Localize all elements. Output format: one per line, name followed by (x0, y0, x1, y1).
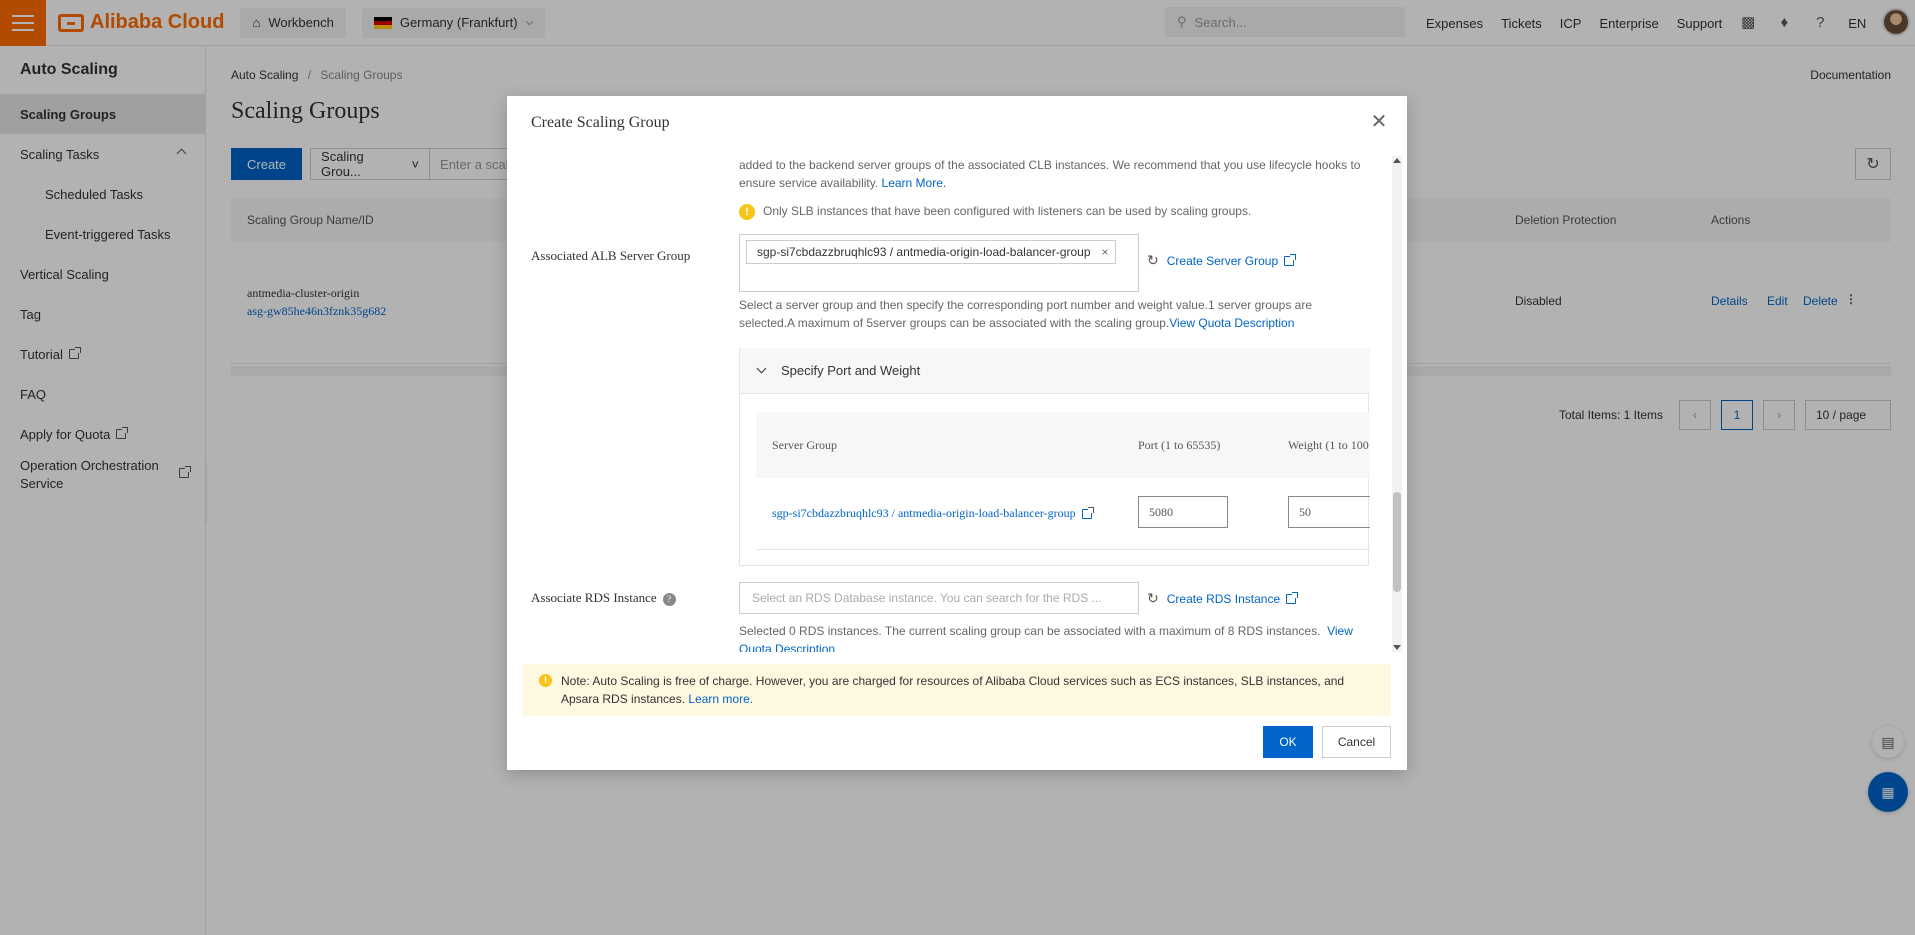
weight-value: 50 (1299, 504, 1311, 519)
alb-server-group-select[interactable]: sgp-si7cbdazzbruqhlc93 / antmedia-origin… (739, 234, 1139, 292)
weight-input[interactable]: 50 (1288, 496, 1370, 528)
port-value: 5080 (1149, 504, 1173, 519)
alb-label: Associated ALB Server Group (531, 248, 691, 263)
server-group-link[interactable]: sgp-si7cbdazzbruqhlc93 / antmedia-origin… (772, 506, 1094, 521)
slb-warning: ! Only SLB instances that have been confi… (739, 202, 1251, 220)
clb-text-line: added to the backend server groups of th… (739, 158, 1361, 172)
scroll-down-icon[interactable] (1393, 645, 1401, 650)
rds-label-text: Associate RDS Instance (531, 590, 657, 605)
external-link-icon (1286, 591, 1299, 604)
dialog-title: Create Scaling Group (531, 114, 670, 131)
create-server-group-label: Create Server Group (1166, 253, 1279, 268)
alb-help-line: selected.A maximum of 5server groups can… (739, 316, 1170, 330)
create-server-group-row: ↻ Create Server Group (1147, 252, 1297, 269)
view-quota-link[interactable]: View Quota Description (1169, 316, 1294, 330)
create-rds-row: ↻ Create RDS Instance (1147, 590, 1299, 607)
warning-icon: ! (539, 674, 552, 687)
sync-icon[interactable]: ↻ (1147, 252, 1159, 269)
cancel-button[interactable]: Cancel (1322, 726, 1391, 758)
close-icon[interactable]: ✕ (1367, 110, 1391, 134)
clb-description: added to the backend server groups of th… (739, 156, 1379, 192)
rds-help-text: Selected 0 RDS instances. The current sc… (739, 624, 1321, 638)
rds-label: Associate RDS Instance? (531, 590, 676, 606)
billing-notice: ! Note: Auto Scaling is free of charge. … (523, 664, 1391, 716)
dialog-vertical-scrollbar[interactable] (1392, 156, 1402, 652)
notice-text-line: Apsara RDS instances. (561, 692, 686, 706)
rds-quota-link[interactable]: Quota Description (739, 642, 835, 652)
port-weight-title: Specify Port and Weight (781, 363, 921, 378)
port-weight-panel: Specify Port and Weight Server Group Por… (739, 348, 1370, 566)
scroll-up-icon[interactable] (1393, 158, 1401, 163)
notice-text-line: Note: Auto Scaling is free of charge. Ho… (561, 674, 1345, 688)
sync-icon[interactable]: ↻ (1147, 590, 1159, 607)
port-weight-table: Server Group Port (1 to 65535) Weight (1… (756, 412, 1370, 550)
remove-tag-icon[interactable]: × (1102, 245, 1109, 259)
port-weight-toggle[interactable]: Specify Port and Weight (740, 348, 1370, 394)
column-header-server-group: Server Group (772, 438, 837, 452)
table-row: sgp-si7cbdazzbruqhlc93 / antmedia-origin… (756, 478, 1370, 550)
port-weight-table-header: Server Group Port (1 to 65535) Weight (1… (756, 412, 1370, 478)
alb-tag-label: sgp-si7cbdazzbruqhlc93 / antmedia-origin… (757, 245, 1091, 259)
chevron-down-icon (756, 363, 767, 374)
clb-text-line: ensure service availability. (739, 176, 879, 190)
slb-warning-text: Only SLB instances that have been config… (763, 204, 1252, 218)
dialog-body: added to the backend server groups of th… (507, 152, 1407, 652)
create-rds-link[interactable]: Create RDS Instance (1166, 591, 1299, 606)
scroll-thumb[interactable] (1393, 492, 1401, 592)
rds-placeholder: Select an RDS Database instance. You can… (752, 591, 1102, 605)
alb-help-line: Select a server group and then specify t… (739, 298, 1312, 312)
help-icon[interactable]: ? (662, 592, 676, 606)
port-input[interactable]: 5080 (1138, 496, 1228, 528)
rds-view-link[interactable]: View (1327, 624, 1353, 638)
external-link-icon (1284, 253, 1297, 266)
learn-more-link[interactable]: Learn More. (882, 176, 947, 190)
alb-selected-tag: sgp-si7cbdazzbruqhlc93 / antmedia-origin… (746, 240, 1116, 264)
column-header-weight: Weight (1 to 100 (1288, 438, 1369, 452)
external-link-icon (1081, 506, 1094, 519)
server-group-label: sgp-si7cbdazzbruqhlc93 / antmedia-origin… (772, 506, 1076, 520)
notice-learn-more-link[interactable]: Learn more. (688, 692, 753, 706)
create-scaling-group-dialog: Create Scaling Group ✕ added to the back… (507, 96, 1407, 770)
create-server-group-link[interactable]: Create Server Group (1166, 253, 1297, 268)
create-rds-label: Create RDS Instance (1166, 591, 1281, 606)
rds-help: Selected 0 RDS instances. The current sc… (739, 622, 1379, 652)
rds-instance-select[interactable]: Select an RDS Database instance. You can… (739, 582, 1139, 614)
column-header-port: Port (1 to 65535) (1138, 438, 1221, 452)
warning-icon: ! (739, 203, 755, 220)
alb-help: Select a server group and then specify t… (739, 296, 1379, 332)
ok-button[interactable]: OK (1263, 726, 1313, 758)
